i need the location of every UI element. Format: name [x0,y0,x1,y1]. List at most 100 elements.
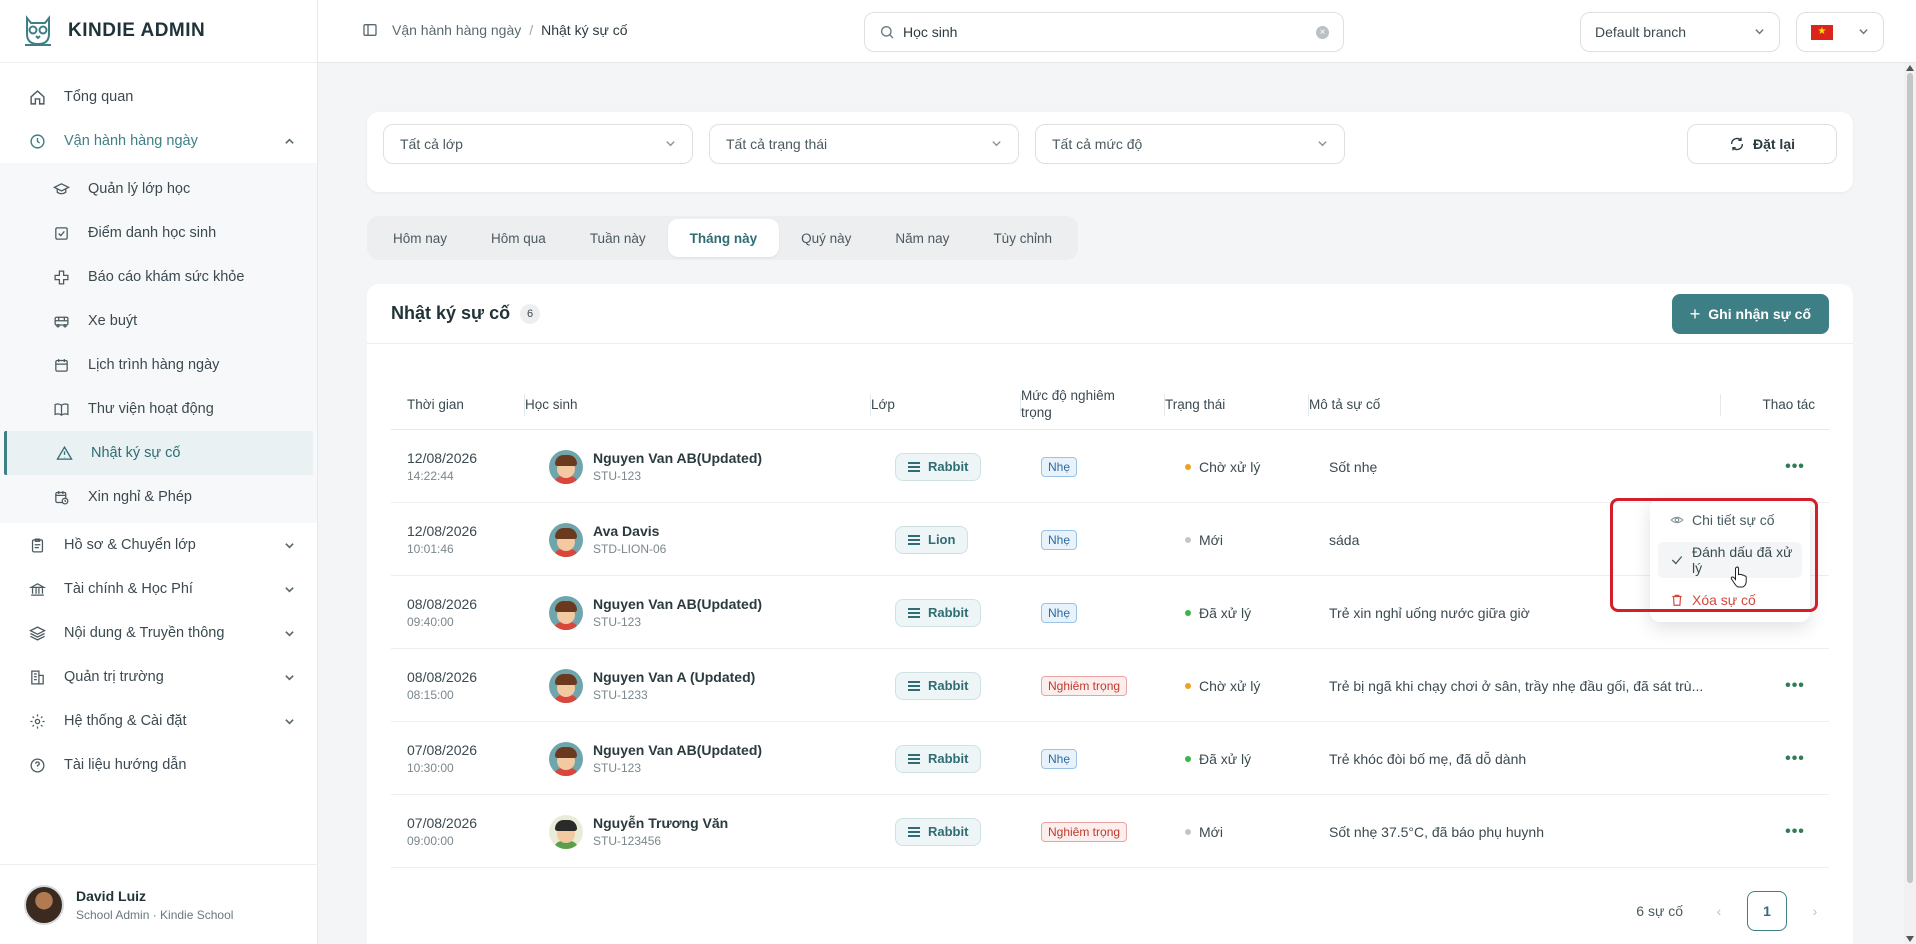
sidebar-item-daily-schedule[interactable]: Lịch trình hàng ngày [0,343,317,387]
class-name: Rabbit [928,605,969,620]
sidebar-item-label: Quản trị trường [64,669,164,685]
class-name: Rabbit [928,459,969,474]
student-cell[interactable]: Nguyen Van A (Updated) STU-1233 [549,649,755,722]
scroll-down-icon[interactable] [1906,936,1914,942]
tab-this-month[interactable]: Tháng này [667,219,780,257]
severity-filter-value: Tất cả mức độ [1052,136,1143,152]
student-name: Nguyen Van A (Updated) [593,669,756,685]
sidebar-item-label: Thư viện hoạt động [88,401,214,417]
user-profile[interactable]: David Luiz School Admin · Kindie School [0,864,318,944]
sidebar-item-school-admin[interactable]: Quản trị trường [0,655,317,699]
class-tag: Rabbit [895,671,982,700]
more-actions-icon[interactable]: ••• [1783,747,1807,771]
chevron-down-icon [283,583,295,595]
chevron-down-icon [1858,24,1869,40]
column-header-time: Thời gian [407,397,464,412]
filter-bar: Tất cả lớp Tất cả trạng thái Tất cả mức … [367,112,1853,192]
class-filter-select[interactable]: Tất cả lớp [383,124,693,164]
class-cell: Rabbit [895,430,982,503]
sidebar-item-finance[interactable]: Tài chính & Học Phí [0,567,317,611]
scroll-up-icon[interactable] [1906,65,1914,71]
actions-cell: ••• [1783,649,1807,722]
sidebar-item-bus[interactable]: Xe buýt [0,299,317,343]
brand[interactable]: KINDIE ADMIN [0,0,317,63]
reset-button[interactable]: Đặt lại [1687,124,1837,164]
page-scrollbar[interactable] [1904,63,1916,944]
student-cell[interactable]: Nguyen Van AB(Updated) STU-123 [549,430,762,503]
next-page-icon[interactable]: › [1801,903,1829,919]
scrollbar-thumb[interactable] [1907,73,1913,883]
sidebar-item-activity-library[interactable]: Thư viện hoạt động [0,387,317,431]
sidebar-item-daily-operations[interactable]: Vận hành hàng ngày [0,119,317,163]
search-input[interactable] [903,24,1316,40]
sidebar-item-label: Tổng quan [64,89,134,105]
medical-cross-icon [52,268,70,286]
table-row: 08/08/2026 08:15:00 Nguyen Van A (Update… [391,649,1829,722]
sidebar-item-label: Nội dung & Truyền thông [64,625,225,641]
column-header-student: Học sinh [524,380,578,430]
sidebar-item-content[interactable]: Nội dung & Truyền thông [0,611,317,655]
prev-page-icon[interactable]: ‹ [1705,903,1733,919]
sidebar-item-incident-log[interactable]: Nhật ký sự cố [4,431,313,475]
severity-cell: Nghiêm trọng [1041,795,1128,868]
column-header-class: Lớp [870,380,895,430]
sidebar-item-attendance[interactable]: Điểm danh học sinh [0,211,317,255]
sidebar-item-overview[interactable]: Tổng quan [0,75,317,119]
tab-this-quarter[interactable]: Quý này [779,219,873,257]
incident-date: 07/08/2026 [407,815,478,831]
branch-select[interactable]: Default branch [1580,12,1780,52]
status-cell: Mới [1185,795,1223,868]
chevron-up-icon [283,135,295,147]
more-actions-icon[interactable]: ••• [1783,674,1807,698]
class-tag: Rabbit [895,452,982,481]
student-cell[interactable]: Ava Davis STD-LION-06 [549,503,666,576]
column-header-severity: Mức độ nghiêm trọng [1020,380,1131,430]
add-incident-button[interactable]: + Ghi nhận sự cố [1671,294,1829,334]
class-cell: Rabbit [895,649,982,722]
clear-search-icon[interactable]: × [1316,25,1329,39]
bank-icon [28,580,46,598]
language-select[interactable]: ★ [1796,12,1884,52]
status-filter-select[interactable]: Tất cả trạng thái [709,124,1019,164]
severity-cell: Nhẹ [1041,430,1078,503]
severity-badge: Nghiêm trọng [1041,675,1128,696]
status-dot [1185,682,1191,689]
tab-today[interactable]: Hôm nay [371,219,469,257]
sidebar-item-health-report[interactable]: Báo cáo khám sức khỏe [0,255,317,299]
tab-yesterday[interactable]: Hôm qua [469,219,568,257]
status-text: Chờ xử lý [1199,458,1261,475]
status-dot [1185,536,1191,543]
student-cell[interactable]: Nguyễn Trương Văn STU-123456 [549,795,728,868]
description-cell: Trẻ bị ngã khi chạy chơi ở sân, trầy nhẹ… [1329,677,1704,694]
class-name: Lion [928,532,956,547]
sidebar-item-leave[interactable]: Xin nghỉ & Phép [0,475,317,519]
list-icon [908,680,920,691]
student-cell[interactable]: Nguyen Van AB(Updated) STU-123 [549,576,762,649]
more-actions-icon[interactable]: ••• [1783,820,1807,844]
sidebar-item-docs[interactable]: Tài liệu hướng dẫn [0,743,317,787]
building-icon [28,668,46,686]
incident-log-card: Nhật ký sự cố 6 + Ghi nhận sự cố Thời gi… [367,284,1853,944]
breadcrumb-item-daily-operations[interactable]: Vận hành hàng ngày [392,22,521,38]
student-name: Nguyen Van AB(Updated) [593,596,763,612]
search-box: × [864,12,1344,52]
sidebar-item-settings[interactable]: Hệ thống & Cài đặt [0,699,317,743]
tab-this-week[interactable]: Tuần này [568,219,668,257]
sidebar-toggle-icon[interactable] [362,22,378,38]
period-tabs: Hôm nay Hôm qua Tuần này Tháng này Quý n… [367,216,1078,260]
student-avatar [549,668,583,703]
vietnam-flag-icon: ★ [1811,24,1833,40]
count-badge: 6 [520,303,541,324]
more-actions-icon[interactable]: ••• [1783,455,1807,479]
page-button-1[interactable]: 1 [1747,891,1787,931]
status-filter-value: Tất cả trạng thái [726,136,828,152]
page-title: Nhật ký sự cố [391,303,511,323]
sidebar-item-records[interactable]: Hồ sơ & Chuyển lớp [0,523,317,567]
class-tag: Lion [895,525,969,554]
student-cell[interactable]: Nguyen Van AB(Updated) STU-123 [549,722,762,795]
breadcrumb: Vận hành hàng ngày / Nhật ký sự cố [362,22,628,38]
severity-filter-select[interactable]: Tất cả mức độ [1035,124,1345,164]
tab-custom[interactable]: Tùy chỉnh [971,219,1074,257]
tab-this-year[interactable]: Năm nay [873,219,971,257]
sidebar-item-class-management[interactable]: Quản lý lớp học [0,167,317,211]
